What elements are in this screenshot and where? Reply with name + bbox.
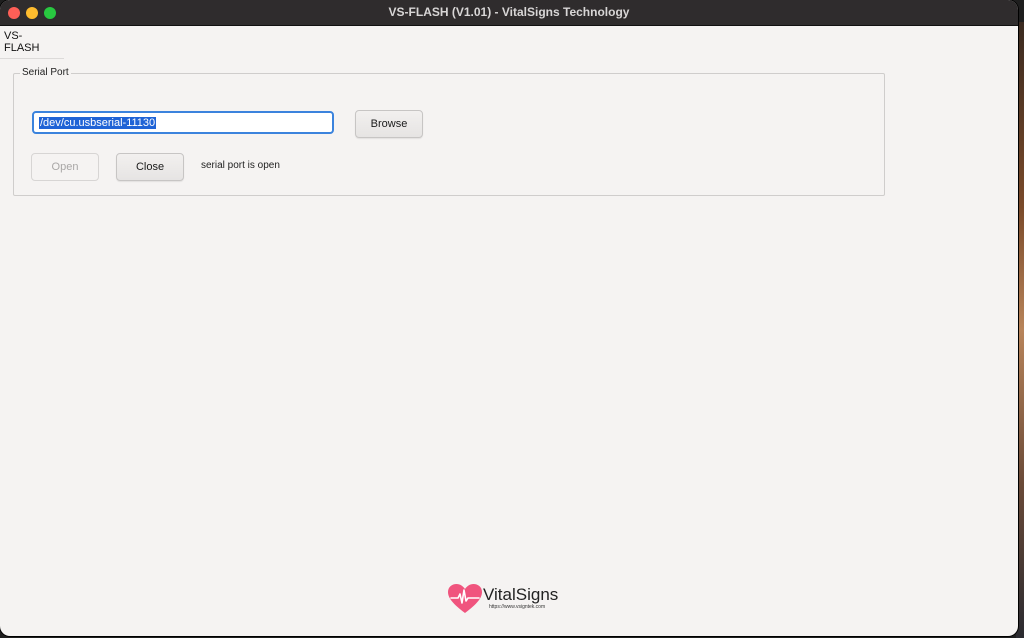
app-window: VS-FLASH (V1.01) - VitalSigns Technology… bbox=[0, 0, 1018, 636]
tab-vs-flash[interactable]: VS-FLASH bbox=[0, 26, 64, 59]
serial-port-group-label: Serial Port bbox=[20, 67, 71, 78]
tab-bar: VS-FLASH bbox=[0, 26, 1018, 59]
vitalsigns-logo: VitalSigns https://www.vsigntek.com bbox=[447, 583, 577, 615]
heart-pulse-icon bbox=[448, 584, 482, 613]
title-bar[interactable]: VS-FLASH (V1.01) - VitalSigns Technology bbox=[0, 0, 1018, 26]
logo-name: VitalSigns bbox=[483, 585, 559, 604]
serial-port-group: Serial Port /dev/cu.usbserial-11130 Brow… bbox=[13, 67, 885, 196]
window-title: VS-FLASH (V1.01) - VitalSigns Technology bbox=[388, 5, 630, 19]
logo-url: https://www.vsigntek.com bbox=[489, 604, 546, 610]
serial-port-input[interactable]: /dev/cu.usbserial-11130 bbox=[32, 111, 334, 134]
browse-button[interactable]: Browse bbox=[355, 110, 423, 138]
serial-port-value: /dev/cu.usbserial-11130 bbox=[39, 117, 157, 129]
open-button[interactable]: Open bbox=[31, 153, 99, 181]
status-text: serial port is open bbox=[201, 160, 280, 171]
close-button[interactable]: Close bbox=[116, 153, 184, 181]
